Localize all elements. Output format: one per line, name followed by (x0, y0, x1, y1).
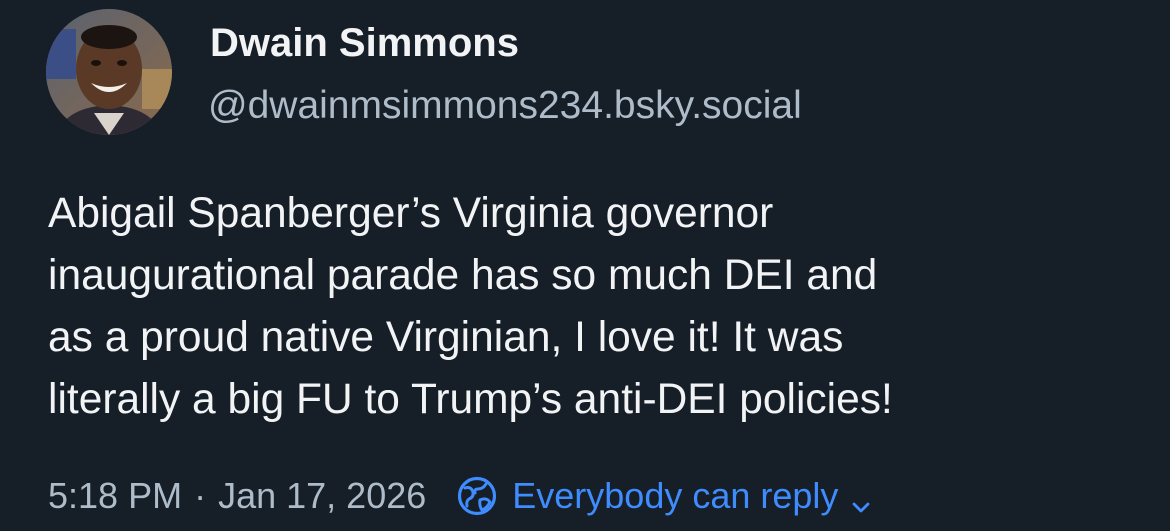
post-time: 5:18 PM (48, 475, 183, 516)
reply-setting-label: Everybody can reply (512, 475, 839, 516)
author-handle[interactable]: @dwainmsimmons234.bsky.social (208, 82, 802, 130)
avatar[interactable] (46, 9, 172, 135)
post-text-line: literally a big FU to Trump’s anti-DEI p… (48, 376, 893, 423)
reply-setting-button[interactable]: Everybody can reply (456, 475, 872, 517)
post-date: Jan 17, 2026 (218, 475, 427, 516)
meta-separator: · (194, 475, 207, 516)
post-meta: 5:18 PM · Jan 17, 2026 Everybody can rep… (48, 471, 872, 521)
post-text-line: as a proud native Virginian, I love it! … (48, 314, 844, 361)
post-text-line: inaugurational parade has so much DEI an… (48, 252, 878, 299)
globe-icon (456, 475, 498, 517)
author-display-name[interactable]: Dwain Simmons (210, 18, 519, 68)
post-card: Dwain Simmons @dwainmsimmons234.bsky.soc… (0, 0, 1170, 531)
avatar-image (46, 9, 172, 135)
post-text-line: Abigail Spanberger’s Virginia governor (48, 190, 774, 237)
post-text: Abigail Spanberger’s Virginia governor i… (48, 183, 1148, 431)
chevron-down-icon (850, 485, 872, 513)
